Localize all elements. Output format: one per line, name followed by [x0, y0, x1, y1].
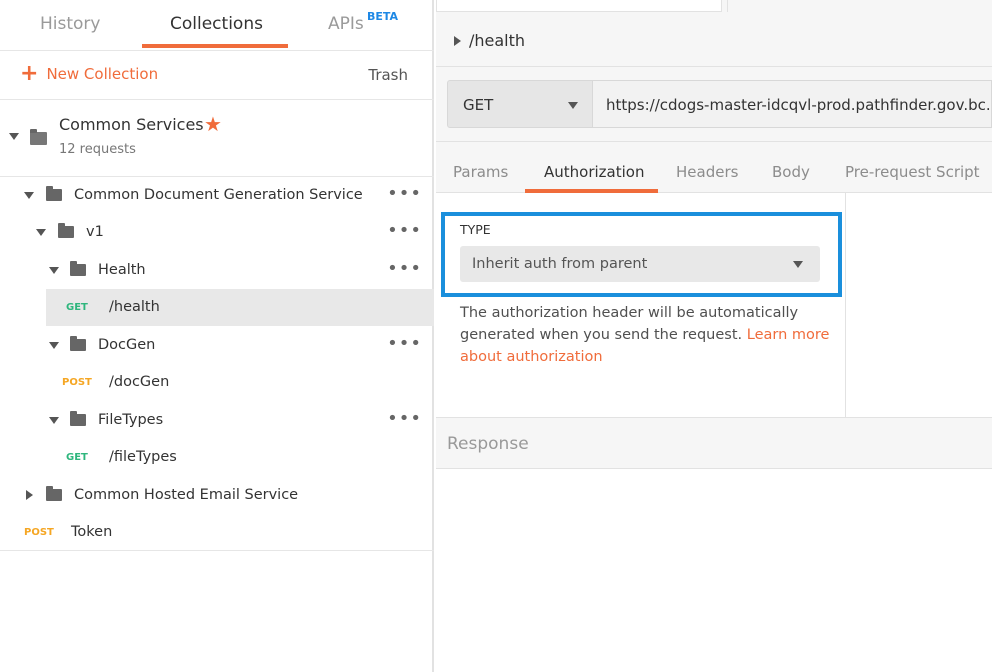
chevron-down-icon[interactable]	[49, 342, 59, 349]
method-badge-get: GET	[66, 452, 88, 463]
authorization-panel: TYPE Inherit auth from parent The author…	[436, 193, 846, 417]
folder-icon	[30, 129, 47, 145]
auth-side-panel	[846, 193, 992, 417]
response-section: Response	[436, 417, 992, 469]
tab-stub-divider	[722, 0, 728, 12]
tab-apis-label: APIs	[328, 14, 364, 34]
chevron-down-icon	[568, 102, 578, 109]
collection-common-services[interactable]: Common Services ★ 12 requests	[0, 100, 434, 177]
auth-type-select[interactable]: Inherit auth from parent	[460, 246, 820, 282]
auth-type-value: Inherit auth from parent	[472, 256, 648, 272]
chevron-right-icon[interactable]	[454, 35, 461, 46]
star-icon[interactable]: ★	[204, 112, 222, 136]
tab-collections[interactable]: Collections	[170, 14, 263, 34]
divider	[0, 550, 434, 551]
folder-icon	[70, 336, 86, 351]
tab-body[interactable]: Body	[772, 163, 810, 181]
chevron-down-icon[interactable]	[36, 229, 46, 236]
method-badge-post: POST	[62, 377, 92, 388]
request-title[interactable]: /health	[454, 31, 525, 50]
auth-description: The authorization header will be automat…	[460, 302, 830, 368]
folder-row-ches[interactable]: Common Hosted Email Service	[0, 477, 434, 514]
chevron-down-icon[interactable]	[9, 133, 19, 140]
request-header: /health	[436, 0, 992, 67]
folder-row-health[interactable]: Health •••	[0, 252, 434, 289]
request-editor: /health GET https://cdogs-master-idcqvl-…	[436, 0, 992, 672]
more-options-icon[interactable]: •••	[387, 333, 422, 354]
request-label: /fileTypes	[109, 449, 177, 465]
active-tab-indicator	[142, 44, 288, 48]
tab-params[interactable]: Params	[453, 163, 508, 181]
chevron-right-icon[interactable]	[26, 490, 33, 500]
more-options-icon[interactable]: •••	[387, 408, 422, 429]
folder-icon	[70, 261, 86, 276]
folder-icon	[70, 411, 86, 426]
new-collection-label: New Collection	[46, 65, 159, 83]
chevron-down-icon[interactable]	[49, 417, 59, 424]
folder-row-v1[interactable]: v1 •••	[0, 214, 434, 251]
folder-icon	[46, 186, 62, 201]
tab-stub	[436, 0, 722, 12]
plus-icon: +	[20, 61, 39, 86]
tab-history[interactable]: History	[40, 14, 100, 34]
request-row-health[interactable]: GET /health	[46, 289, 434, 326]
beta-badge: BETA	[367, 10, 399, 23]
method-select[interactable]: GET	[447, 80, 593, 128]
method-badge-get: GET	[66, 302, 88, 313]
more-options-icon[interactable]: •••	[387, 183, 422, 204]
folder-label: v1	[86, 224, 104, 240]
folder-icon	[46, 486, 62, 501]
request-name: /health	[469, 31, 526, 50]
sidebar: History Collections APIs BETA + New Coll…	[0, 0, 434, 672]
url-input[interactable]: https://cdogs-master-idcqvl-prod.pathfin…	[593, 80, 992, 128]
folder-row-filetypes[interactable]: FileTypes •••	[0, 402, 434, 439]
request-row-token[interactable]: POST Token	[0, 514, 434, 551]
request-label: /health	[109, 299, 160, 315]
request-label: /docGen	[109, 374, 170, 390]
folder-row-cdgs[interactable]: Common Document Generation Service •••	[0, 177, 434, 214]
request-tabs: Params Authorization Headers Body Pre-re…	[436, 142, 992, 193]
sidebar-tabs: History Collections APIs BETA	[0, 0, 434, 50]
folder-label: Common Document Generation Service	[74, 187, 363, 203]
folder-icon	[58, 223, 74, 238]
new-collection-button[interactable]: + New Collection	[20, 61, 159, 86]
more-options-icon[interactable]: •••	[387, 258, 422, 279]
more-options-icon[interactable]: •••	[387, 220, 422, 241]
folder-label: Health	[98, 262, 146, 278]
chevron-down-icon	[793, 261, 803, 268]
collections-toolbar: + New Collection Trash	[0, 50, 434, 100]
trash-button[interactable]: Trash	[368, 66, 408, 84]
tab-apis[interactable]: APIs BETA	[328, 10, 398, 34]
tab-authorization[interactable]: Authorization	[544, 163, 644, 181]
folder-label: Common Hosted Email Service	[74, 487, 299, 503]
collection-request-count: 12 requests	[59, 142, 136, 157]
request-row-filetypes[interactable]: GET /fileTypes	[0, 439, 434, 476]
auth-type-label: TYPE	[460, 222, 491, 237]
tab-prerequest-script[interactable]: Pre-request Script	[845, 163, 980, 181]
request-row-docgen[interactable]: POST /docGen	[0, 364, 434, 401]
folder-label: FileTypes	[98, 412, 164, 428]
chevron-down-icon[interactable]	[49, 267, 59, 274]
chevron-down-icon[interactable]	[24, 192, 34, 199]
method-select-value: GET	[463, 96, 494, 114]
tab-headers[interactable]: Headers	[676, 163, 738, 181]
method-badge-post: POST	[24, 527, 54, 538]
folder-row-docgen[interactable]: DocGen •••	[0, 327, 434, 364]
response-label: Response	[447, 434, 529, 454]
request-label: Token	[71, 524, 113, 540]
folder-label: DocGen	[98, 337, 156, 353]
collection-name: Common Services	[59, 115, 204, 134]
